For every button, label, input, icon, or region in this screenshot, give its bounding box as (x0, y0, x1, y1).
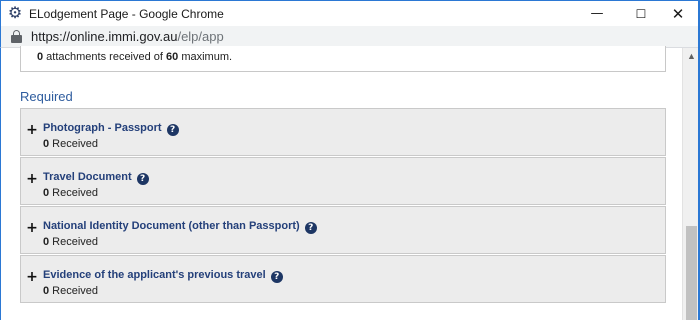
expand-plus-icon[interactable]: + (26, 123, 38, 137)
expand-plus-icon[interactable]: + (26, 172, 38, 186)
url-path: /elp/app (177, 29, 224, 44)
scrollbar-thumb[interactable] (686, 226, 697, 320)
document-title[interactable]: Travel Document? (43, 171, 149, 185)
document-title[interactable]: Photograph - Passport? (43, 122, 179, 136)
url-host: https://online.immi.gov.au (31, 29, 178, 44)
attachments-summary: 0 attachments received of 60 maximum. (37, 51, 233, 63)
address-bar[interactable]: https://online.immi.gov.au/elp/app (0, 26, 700, 48)
document-row-previous-travel[interactable]: + Evidence of the applicant's previous t… (20, 255, 666, 303)
attachments-max-count: 60 (166, 51, 179, 63)
document-status: 0 Received (43, 187, 99, 199)
help-icon[interactable]: ? (136, 173, 149, 185)
window-titlebar: ⚙ ELodgement Page - Google Chrome — ☐ ✕ (0, 0, 700, 26)
document-title[interactable]: Evidence of the applicant's previous tra… (43, 269, 283, 283)
expand-plus-icon[interactable]: + (26, 270, 38, 284)
page-content: 0 attachments received of 60 maximum. Re… (0, 46, 700, 320)
document-status: 0 Received (43, 285, 99, 297)
url-text[interactable]: https://online.immi.gov.au/elp/app (31, 29, 224, 44)
attachments-summary-box: 0 attachments received of 60 maximum. (20, 46, 666, 72)
section-title-required: Required (20, 89, 73, 104)
document-status: 0 Received (43, 138, 99, 150)
gear-icon: ⚙ (7, 5, 23, 22)
document-status: 0 Received (43, 236, 99, 248)
document-row-photograph-passport[interactable]: + Photograph - Passport? 0 Received (20, 108, 666, 156)
lock-icon (11, 30, 22, 43)
document-row-national-identity[interactable]: + National Identity Document (other than… (20, 206, 666, 254)
document-title[interactable]: National Identity Document (other than P… (43, 220, 317, 234)
help-icon[interactable]: ? (270, 271, 283, 283)
expand-plus-icon[interactable]: + (26, 221, 38, 235)
close-button[interactable]: ✕ (655, 1, 700, 27)
help-icon[interactable]: ? (304, 222, 317, 234)
window-title: ELodgement Page - Google Chrome (29, 7, 224, 21)
help-icon[interactable]: ? (166, 124, 179, 136)
minimize-button[interactable]: — (574, 1, 620, 27)
document-row-travel-document[interactable]: + Travel Document? 0 Received (20, 157, 666, 205)
